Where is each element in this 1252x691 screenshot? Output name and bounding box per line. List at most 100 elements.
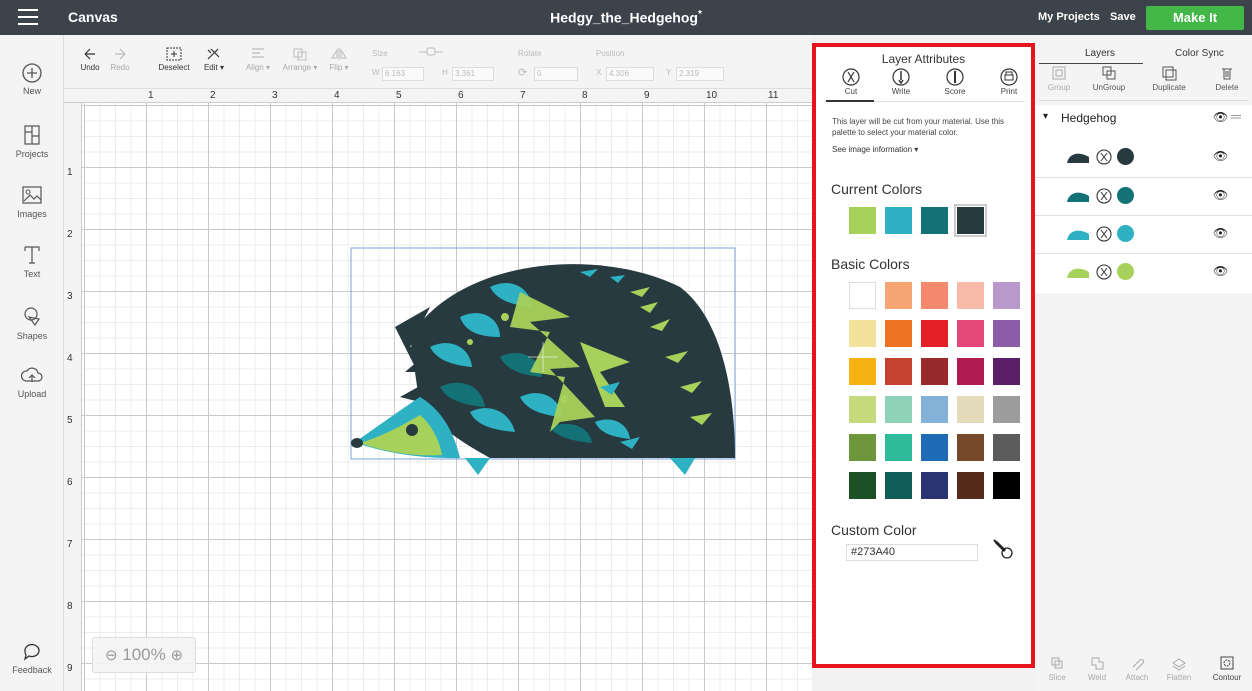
tab-write[interactable]: Write [876,67,926,96]
eye-icon[interactable]: 👁 [1213,110,1228,124]
sidebar-item-text[interactable]: Text [0,243,64,279]
basic-color-swatch[interactable] [849,358,876,385]
basic-color-swatch[interactable] [957,472,984,499]
basic-color-swatch[interactable] [993,472,1020,499]
redo-button[interactable]: Redo [108,47,132,72]
ruler-top-label: 1 [148,90,154,101]
lock-icon[interactable] [416,44,446,56]
ungroup-button[interactable]: UnGroup [1087,65,1131,92]
flip-button[interactable]: Flip ▾ [326,47,352,72]
y-position-input[interactable]: 2.319 [676,67,724,81]
sidebar-item-projects[interactable]: Projects [0,123,64,159]
basic-color-swatch[interactable] [921,320,948,347]
delete-button[interactable]: Delete [1205,65,1249,92]
sidebar-item-images[interactable]: Images [0,183,64,219]
sidebar-item-shapes[interactable]: Shapes [0,305,64,341]
tab-label: Print [1000,87,1018,96]
design-canvas[interactable]: 1 2 3 4 5 6 7 8 9 10 11 123456789 ⊖ 100%… [64,89,812,691]
basic-color-swatch[interactable] [921,396,948,423]
layer-row[interactable]: 👁 [1035,253,1252,291]
eyedropper-icon[interactable] [991,537,1015,561]
current-color-swatch[interactable] [921,207,948,234]
width-input[interactable]: 6.163 [382,67,424,81]
save-button[interactable]: Save [1110,11,1136,23]
hedgehog-image[interactable] [350,247,740,482]
duplicate-button[interactable]: Duplicate [1143,65,1195,92]
basic-color-swatch[interactable] [885,396,912,423]
layer-group-row[interactable]: ▾ Hedgehog 👁 ═ [1035,105,1252,133]
layer-thumbnail-icon [1067,153,1089,163]
basic-color-swatch[interactable] [957,396,984,423]
tab-color-sync[interactable]: Color Sync [1175,48,1224,59]
weld-button[interactable]: Weld [1081,655,1113,682]
zoom-out-button[interactable]: ⊖ [105,647,118,664]
basic-color-swatch[interactable] [921,434,948,461]
arrange-button[interactable]: Arrange ▾ [280,47,320,72]
tab-score[interactable]: Score [930,67,980,96]
print-icon [1000,68,1018,86]
layer-row[interactable]: 👁 [1035,139,1252,177]
basic-color-swatch[interactable] [993,282,1020,309]
layer-row[interactable]: 👁 [1035,177,1252,215]
basic-color-swatch[interactable] [993,320,1020,347]
align-button[interactable]: Align ▾ [240,47,276,72]
basic-color-swatch[interactable] [849,320,876,347]
slice-button[interactable]: Slice [1041,655,1073,682]
my-projects-link[interactable]: My Projects [1038,11,1100,23]
layer-color-dot[interactable] [1117,148,1134,165]
deselect-button[interactable]: Deselect [156,47,192,72]
layer-color-dot[interactable] [1117,225,1134,242]
attach-button[interactable]: Attach [1121,655,1153,682]
basic-color-swatch[interactable] [849,434,876,461]
custom-color-input[interactable]: #273A40 [846,544,978,561]
basic-color-swatch[interactable] [921,282,948,309]
feedback-button[interactable]: Feedback [0,641,64,675]
drag-handle-icon[interactable]: ═ [1231,108,1241,124]
basic-color-swatch[interactable] [993,396,1020,423]
zoom-in-button[interactable]: ⊕ [170,647,183,664]
eye-icon[interactable]: 👁 [1213,264,1228,278]
basic-color-swatch[interactable] [885,320,912,347]
eye-icon[interactable]: 👁 [1213,149,1228,163]
basic-color-swatch[interactable] [885,434,912,461]
basic-color-swatch[interactable] [921,472,948,499]
make-it-button[interactable]: Make It [1146,6,1244,30]
layer-row[interactable]: 👁 [1035,215,1252,253]
rotate-input[interactable]: 0 [534,67,578,81]
see-image-information-link[interactable]: See image information ▾ [832,145,918,154]
flatten-button[interactable]: Flatten [1163,655,1195,682]
tab-cut[interactable]: Cut [826,67,876,96]
group-button[interactable]: Group [1037,65,1081,92]
eye-icon[interactable]: 👁 [1213,226,1228,240]
edit-button[interactable]: Edit ▾ [200,47,228,72]
current-color-swatch[interactable] [954,204,987,237]
basic-color-swatch[interactable] [957,282,984,309]
basic-color-swatch[interactable] [993,434,1020,461]
current-color-swatch[interactable] [849,207,876,234]
basic-color-swatch[interactable] [849,472,876,499]
basic-color-swatch[interactable] [921,358,948,385]
basic-color-swatch[interactable] [993,358,1020,385]
basic-color-swatch[interactable] [885,358,912,385]
current-color-swatch[interactable] [885,207,912,234]
layer-color-dot[interactable] [1117,187,1134,204]
tab-layers[interactable]: Layers [1085,48,1115,59]
contour-button[interactable]: Contour [1207,655,1247,682]
basic-color-swatch[interactable] [885,472,912,499]
x-position-input[interactable]: 4.306 [606,67,654,81]
tab-print[interactable]: Print [984,67,1034,96]
basic-color-swatch[interactable] [957,320,984,347]
sidebar-item-new[interactable]: New [0,62,64,96]
eye-icon[interactable]: 👁 [1213,188,1228,202]
basic-color-swatch[interactable] [957,358,984,385]
sidebar-item-upload[interactable]: Upload [0,365,64,399]
basic-color-swatch[interactable] [885,282,912,309]
undo-button[interactable]: Undo [78,47,102,72]
basic-color-swatch[interactable] [849,396,876,423]
document-title-text: Hedgy_the_Hedgehog [550,9,698,26]
basic-color-swatch[interactable] [957,434,984,461]
height-input[interactable]: 3.361 [452,67,494,81]
collapse-icon[interactable]: ▾ [1043,111,1048,122]
basic-color-swatch[interactable] [849,282,876,309]
layer-color-dot[interactable] [1117,263,1134,280]
